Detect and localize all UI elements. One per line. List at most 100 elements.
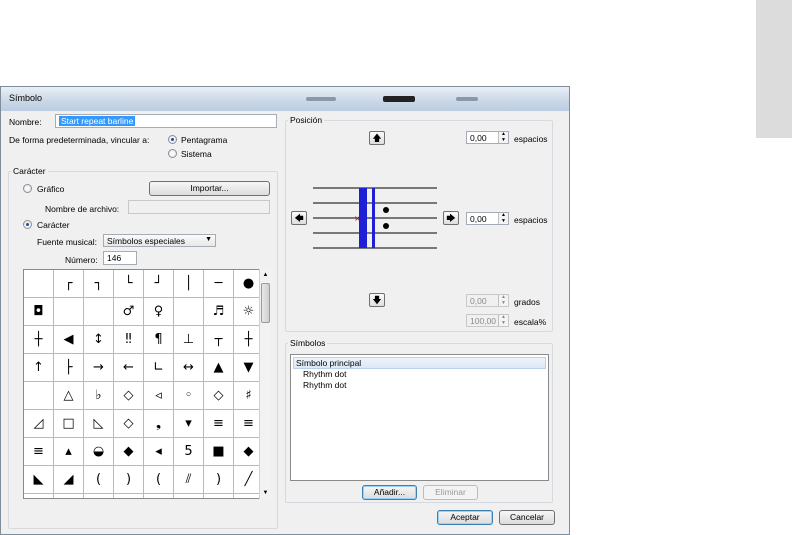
symbol-cell[interactable]: → (84, 354, 114, 382)
symbol-cell[interactable]: └ (114, 270, 144, 298)
symbol-cell[interactable]: ♭ (84, 382, 114, 410)
symbol-cell[interactable]: 5 (174, 438, 204, 466)
symbol-cell[interactable]: ◢ (54, 466, 84, 494)
graphic-radio[interactable] (23, 184, 32, 193)
symbol-cell[interactable]: ≡ (24, 438, 54, 466)
move-right-button[interactable]: 🡆 (443, 211, 459, 225)
scale-input[interactable]: 100,00 ▲ ▼ (466, 314, 509, 327)
symbol-cell[interactable]: △ (54, 382, 84, 410)
attach-staff-radio[interactable] (168, 135, 177, 144)
symbol-cell[interactable]: ≡ (204, 410, 234, 438)
move-down-button[interactable]: 🡇 (369, 293, 385, 307)
spinner-icon[interactable]: ▲ ▼ (498, 131, 508, 143)
symbol-cell[interactable] (24, 270, 54, 298)
symbol-cell[interactable]: ⫽ (174, 466, 204, 494)
symbol-cell[interactable]: ♯ (234, 382, 260, 410)
symbol-cell[interactable] (174, 298, 204, 326)
symbol-cell[interactable]: ◒ (84, 438, 114, 466)
symbol-cell[interactable]: ← (114, 354, 144, 382)
symbol-cell[interactable]: ◇ (114, 410, 144, 438)
symbol-cell[interactable]: ( (84, 466, 114, 494)
import-button[interactable]: Importar... (149, 181, 270, 196)
symbol-cell[interactable]: ↕ (84, 326, 114, 354)
symbol-cell[interactable]: ┌ (54, 270, 84, 298)
symbol-cell[interactable]: ■ (204, 438, 234, 466)
move-left-button[interactable]: 🡄 (291, 211, 307, 225)
remove-button[interactable]: Eliminar (423, 485, 478, 500)
symbol-cell[interactable]: ◿ (24, 410, 54, 438)
filename-input[interactable] (128, 200, 270, 214)
symbol-cell[interactable]: ┐ (84, 270, 114, 298)
symbol-cell[interactable]: ◂ (144, 438, 174, 466)
symbol-cell[interactable]: ┼ (234, 326, 260, 354)
symbol-cell[interactable]: ℴ (204, 494, 234, 498)
symbol-cell[interactable]: ▼ (234, 354, 260, 382)
symbol-cell[interactable]: ) (114, 466, 144, 494)
symbol-cell[interactable]: ☼ (234, 298, 260, 326)
symbol-cell[interactable]: ▲ (204, 354, 234, 382)
symbol-cell[interactable]: ◆ (114, 438, 144, 466)
cancel-button[interactable]: Cancelar (499, 510, 555, 525)
move-up-button[interactable]: 🡅 (369, 131, 385, 145)
horizontal-offset-input[interactable]: 0,00 ▲ ▼ (466, 212, 509, 225)
symbol-cell[interactable]: ¶ (144, 326, 174, 354)
scroll-up-icon[interactable]: ▲ (261, 270, 270, 280)
symbol-cell[interactable]: ◦ (174, 494, 204, 498)
symbol-cell[interactable]: ↑ (24, 354, 54, 382)
scroll-thumb[interactable] (261, 283, 270, 323)
symbol-cell[interactable]: ❟ (144, 410, 174, 438)
symbol-cell[interactable]: ↔ (174, 354, 204, 382)
symbol-cell[interactable]: ℴ (234, 494, 260, 498)
symbol-cell[interactable] (24, 382, 54, 410)
character-radio[interactable] (23, 220, 32, 229)
symbol-cell[interactable]: ♀ (144, 298, 174, 326)
add-button[interactable]: Añadir... (362, 485, 417, 500)
symbol-cell[interactable]: ◘ (24, 298, 54, 326)
symbol-cell[interactable]: □ (54, 410, 84, 438)
symbol-cell[interactable]: ◇ (114, 382, 144, 410)
name-input[interactable]: Start repeat barline (55, 114, 277, 128)
symbol-cell[interactable]: ◇ (204, 382, 234, 410)
symbol-cell[interactable]: ‼ (114, 326, 144, 354)
symbol-cell[interactable]: ∟ (144, 354, 174, 382)
list-item-rhythm-dot[interactable]: Rhythm dot (303, 380, 346, 390)
symbol-cell[interactable]: ▴ (54, 438, 84, 466)
symbol-cell[interactable]: ◆ (234, 438, 260, 466)
ok-button[interactable]: Aceptar (437, 510, 493, 525)
grid-scrollbar[interactable]: ▲ ▼ (259, 269, 271, 499)
symbol-cell[interactable]: ⌊ (84, 494, 114, 498)
symbol-cell[interactable]: ♬ (204, 298, 234, 326)
symbol-cell[interactable]: ⊂ (24, 494, 54, 498)
symbol-cell[interactable]: ● (234, 270, 260, 298)
scroll-down-icon[interactable]: ▼ (261, 488, 270, 498)
symbol-cell[interactable] (54, 298, 84, 326)
symbol-cell[interactable] (84, 298, 114, 326)
list-item-rhythm-dot[interactable]: Rhythm dot (303, 369, 346, 379)
spinner-icon[interactable]: ▲ ▼ (498, 212, 508, 224)
symbol-cell[interactable]: ◀ (54, 326, 84, 354)
symbol-cell[interactable]: ▾ (174, 410, 204, 438)
symbol-cell[interactable]: ≡ (234, 410, 260, 438)
symbol-cell[interactable]: ├ (54, 354, 84, 382)
number-input[interactable]: 146 (103, 251, 137, 265)
symbol-cell[interactable]: ) (204, 466, 234, 494)
list-item-main-symbol[interactable]: Símbolo principal (293, 357, 546, 369)
font-select[interactable]: Símbolos especiales ▼ (103, 234, 216, 247)
symbol-cell[interactable]: ◦ (174, 382, 204, 410)
symbol-cell[interactable]: ┼ (24, 326, 54, 354)
symbol-cell[interactable]: ◺ (84, 410, 114, 438)
vertical-offset-input[interactable]: 0,00 ▲ ▼ (466, 131, 509, 144)
symbol-cell[interactable]: ╫ (114, 494, 144, 498)
symbol-cell[interactable]: ◣ (24, 466, 54, 494)
symbol-cell[interactable]: │ (174, 270, 204, 298)
symbol-cell[interactable]: ◃ (144, 382, 174, 410)
spinner-icon[interactable]: ▲ ▼ (498, 314, 508, 326)
symbol-cell[interactable]: ⊞ (144, 494, 174, 498)
symbol-cell[interactable]: ┘ (144, 270, 174, 298)
attach-system-radio[interactable] (168, 149, 177, 158)
symbol-cell[interactable]: ─ (204, 270, 234, 298)
symbol-cell[interactable]: ┬ (204, 326, 234, 354)
angle-input[interactable]: 0,00 ▲ ▼ (466, 294, 509, 307)
spinner-icon[interactable]: ▲ ▼ (498, 294, 508, 306)
symbol-cell[interactable]: ( (144, 466, 174, 494)
